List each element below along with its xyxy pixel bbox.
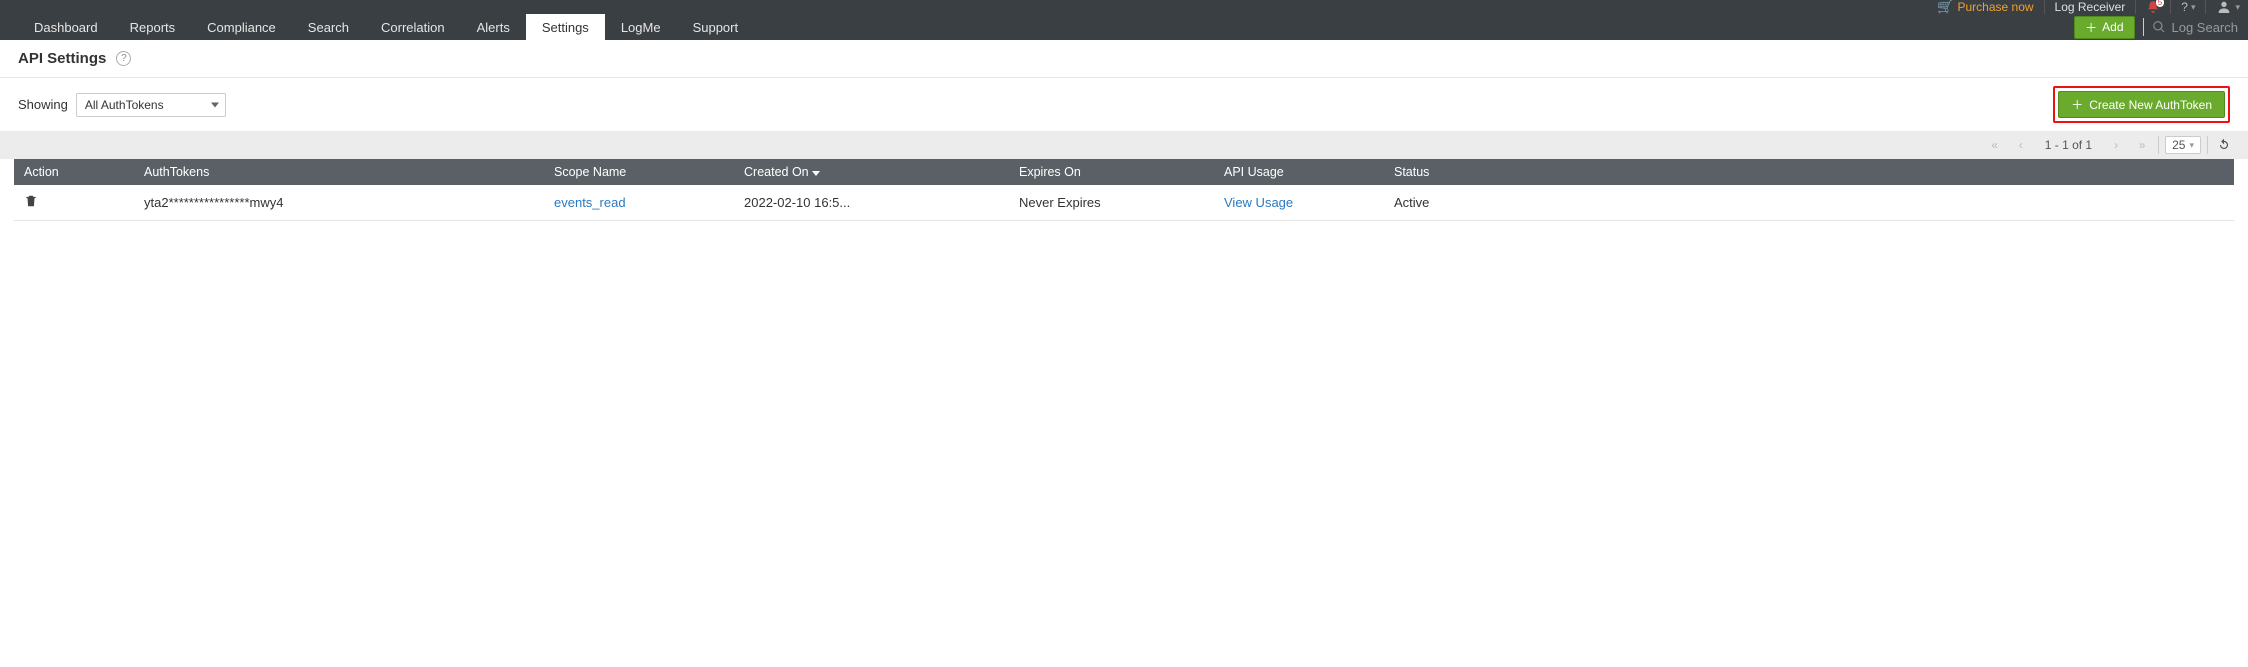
pager-range: 1 - 1 of 1 [2037,138,2100,152]
help-menu[interactable]: ? ▾ [2181,0,2195,14]
cell-created: 2022-02-10 16:5... [734,185,1009,221]
create-token-highlight: ＋ Create New AuthToken [2053,86,2230,123]
col-action[interactable]: Action [14,159,134,185]
plus-icon: ＋ [2085,19,2097,36]
pagination-bar: « ‹ 1 - 1 of 1 › » 25 ▾ [0,131,2248,159]
help-icon[interactable]: ? [116,51,131,66]
nav-tab-alerts[interactable]: Alerts [461,14,526,40]
col-usage[interactable]: API Usage [1214,159,1384,185]
filter-left: Showing All AuthTokens [18,93,226,117]
search-icon [2152,20,2166,34]
table-row: yta2****************mwy4 events_read 202… [14,185,2234,221]
log-receiver-link[interactable]: Log Receiver [2055,0,2126,14]
purchase-now-label: Purchase now [1957,0,2033,14]
notifications-button[interactable]: 5 [2146,0,2160,14]
col-scope[interactable]: Scope Name [544,159,734,185]
create-authtoken-label: Create New AuthToken [2089,98,2212,112]
showing-label: Showing [18,97,68,112]
purchase-now-link[interactable]: 🛒 Purchase now [1937,0,2033,15]
scope-link[interactable]: events_read [554,195,626,210]
user-icon [2216,0,2232,15]
nav-tab-reports[interactable]: Reports [114,14,192,40]
create-authtoken-button[interactable]: ＋ Create New AuthToken [2058,91,2225,118]
pager-first[interactable]: « [1985,135,2005,155]
divider [2143,18,2144,36]
user-menu[interactable]: ▾ [2216,0,2240,15]
log-search[interactable]: Log Search [2152,20,2239,35]
nav-tab-compliance[interactable]: Compliance [191,14,292,40]
filter-row: Showing All AuthTokens ＋ Create New Auth… [0,78,2248,131]
chevron-down-icon: ▾ [2191,2,2196,13]
cell-token: yta2****************mwy4 [134,185,544,221]
main-nav: Dashboard Reports Compliance Search Corr… [0,14,2248,40]
topbar: 🛒 Purchase now Log Receiver 5 ? ▾ ▾ [0,0,2248,14]
divider [2170,0,2171,14]
sort-desc-icon [812,171,820,176]
authtoken-filter-value: All AuthTokens [85,98,164,112]
divider [2205,0,2206,14]
page-header: API Settings ? [0,40,2248,78]
cell-expires: Never Expires [1009,185,1214,221]
cart-icon: 🛒 [1937,0,1953,14]
notification-count: 5 [2156,0,2164,7]
log-search-placeholder: Log Search [2172,20,2239,35]
add-button[interactable]: ＋ Add [2074,16,2134,39]
nav-tab-search[interactable]: Search [292,14,365,40]
nav-tab-settings[interactable]: Settings [526,14,605,40]
page-size-value: 25 [2172,138,2185,152]
nav-right: ＋ Add Log Search [2074,16,2248,39]
col-expires[interactable]: Expires On [1009,159,1214,185]
trash-icon [24,193,38,209]
divider [2207,136,2208,154]
authtoken-table: Action AuthTokens Scope Name Created On … [14,159,2234,221]
divider [2044,0,2045,14]
page-title: API Settings [18,50,106,67]
nav-tab-logme[interactable]: LogMe [605,14,677,40]
cell-status: Active [1384,185,2234,221]
authtoken-filter-select[interactable]: All AuthTokens [76,93,226,117]
divider [2158,136,2159,154]
pager-last[interactable]: » [2132,135,2152,155]
table-header-row: Action AuthTokens Scope Name Created On … [14,159,2234,185]
chevron-down-icon: ▾ [2189,140,2194,151]
nav-tab-support[interactable]: Support [677,14,755,40]
page-size-select[interactable]: 25 ▾ [2165,136,2201,154]
refresh-button[interactable] [2214,135,2234,155]
add-button-label: Add [2102,20,2123,34]
nav-tab-correlation[interactable]: Correlation [365,14,461,40]
pager-next[interactable]: › [2106,135,2126,155]
delete-token-button[interactable] [24,193,38,209]
view-usage-link[interactable]: View Usage [1224,195,1293,210]
nav-tabs: Dashboard Reports Compliance Search Corr… [18,14,754,40]
plus-icon: ＋ [2071,96,2083,113]
refresh-icon [2217,138,2231,152]
nav-tab-dashboard[interactable]: Dashboard [18,14,114,40]
col-status[interactable]: Status [1384,159,2234,185]
chevron-down-icon: ▾ [2235,2,2240,13]
pager-prev[interactable]: ‹ [2011,135,2031,155]
col-created-label: Created On [744,165,809,179]
col-authtokens[interactable]: AuthTokens [134,159,544,185]
col-created[interactable]: Created On [734,159,1009,185]
divider [2135,0,2136,14]
